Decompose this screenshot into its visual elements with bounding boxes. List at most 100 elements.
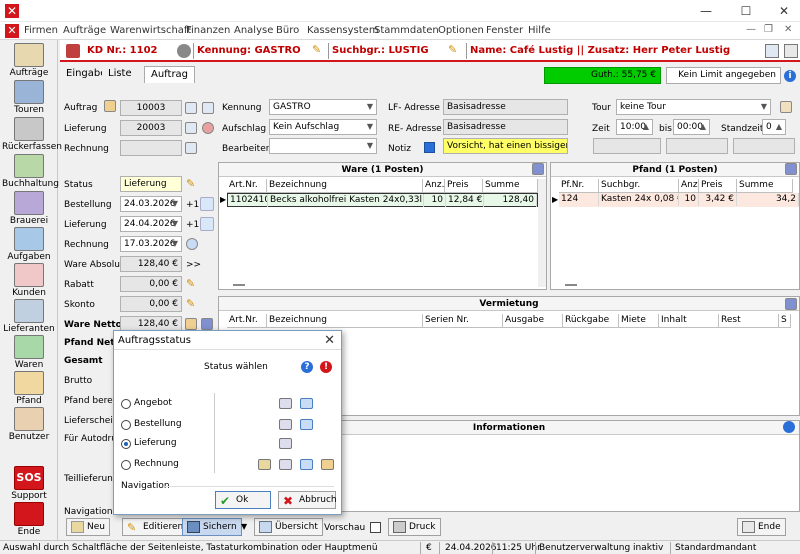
ware-col-artnr[interactable]: Art.Nr. <box>227 179 267 193</box>
calendar-icon[interactable] <box>780 101 792 113</box>
editieren-button[interactable]: ✎ Editieren <box>122 518 189 536</box>
lieferung-field[interactable]: 20003 <box>120 120 182 136</box>
vermietung-col-bezeichnung[interactable]: Bezeichnung <box>267 314 423 328</box>
lieferung-print-icon[interactable] <box>279 438 292 449</box>
status-dots-icon[interactable] <box>202 122 214 134</box>
vermietung-chart-icon[interactable] <box>785 298 797 310</box>
vermietung-col-seriennr[interactable]: Serien Nr. <box>423 314 503 328</box>
tab-liste[interactable]: Liste <box>102 66 138 83</box>
ware-scrollbar[interactable] <box>538 179 546 287</box>
pfand-col-pfnr[interactable]: Pf.Nr. <box>559 179 599 193</box>
lieferung-plus[interactable]: +1 <box>186 220 199 230</box>
tab-auftrag[interactable]: Auftrag <box>144 66 196 83</box>
angebot-mail-icon[interactable] <box>300 398 313 409</box>
vermietung-col-rueckgabe[interactable]: Rückgabe <box>563 314 619 328</box>
angebot-print-icon[interactable] <box>279 398 292 409</box>
vermietung-col-rest[interactable]: Rest <box>719 314 779 328</box>
uebersicht-button[interactable]: Übersicht <box>254 518 323 536</box>
list-icon[interactable] <box>784 44 798 58</box>
gear-icon[interactable] <box>177 44 191 58</box>
pfand-col-summe[interactable]: Summe <box>737 179 793 193</box>
lieferung-date-field[interactable]: 24.04.2026 ▼ <box>120 216 182 232</box>
dialog-abbruch-button[interactable]: ✖ Abbruch <box>278 491 337 509</box>
menu-buero[interactable]: Büro <box>276 25 299 36</box>
menu-fenster[interactable]: Fenster <box>486 25 523 36</box>
users-icon[interactable] <box>104 100 116 112</box>
dialog-sos-icon[interactable]: ! <box>320 361 332 373</box>
minimize-button[interactable]: — <box>698 3 714 19</box>
menu-stammdaten[interactable]: Stammdaten <box>374 25 439 36</box>
vermietung-col-inhalt[interactable]: Inhalt <box>659 314 719 328</box>
ware-absolut-expand[interactable]: >> <box>186 260 201 270</box>
sidebar-item-ende[interactable]: Ende <box>2 501 56 537</box>
option-rechnung-label[interactable]: Rechnung <box>134 459 179 469</box>
maximize-button[interactable]: ☐ <box>738 3 754 19</box>
tour-select[interactable]: keine Tour ▼ <box>616 99 771 115</box>
bar-chart-icon[interactable] <box>201 318 213 330</box>
sidebar-item-benutzer[interactable]: Benutzer <box>2 406 56 442</box>
notiz-field[interactable]: Vorsicht, hat einen bissigen hund <box>443 138 568 154</box>
ware-chart-icon[interactable] <box>532 163 544 175</box>
menu-warenwirtschaft[interactable]: Warenwirtschaft <box>110 25 191 36</box>
vermietung-col-miete[interactable]: Miete <box>619 314 659 328</box>
rechnung-date-field[interactable]: 17.03.2026 ▼ <box>120 236 182 252</box>
pfand-col-preis[interactable]: Preis <box>699 179 737 193</box>
ware-col-preis[interactable]: Preis <box>445 179 483 193</box>
sidebar-item-rueckerfassen[interactable]: Rückerfassen <box>2 116 62 152</box>
bestellung-mail-icon[interactable] <box>300 419 313 430</box>
druck-button[interactable]: Druck <box>388 518 441 536</box>
sidebar-item-lieferanten[interactable]: Lieferanten <box>2 298 56 334</box>
pfand-col-anzahl[interactable]: Anz. <box>679 179 699 193</box>
radio-lieferung[interactable] <box>121 439 131 449</box>
option-angebot-label[interactable]: Angebot <box>134 398 172 408</box>
extra-field-1[interactable] <box>593 138 661 154</box>
sichern-button[interactable]: Sichern <box>182 518 242 536</box>
rabatt-field[interactable]: 0,00 € <box>120 276 182 292</box>
dialog-help-icon[interactable]: ? <box>301 361 313 373</box>
rechnung-print-icon[interactable] <box>279 459 292 470</box>
aufschlag-select[interactable]: Kein Aufschlag ▼ <box>269 119 377 135</box>
edit-status-pencil-icon[interactable]: ✎ <box>186 178 198 190</box>
ware-col-anzahl[interactable]: Anz. <box>423 179 445 193</box>
table-row[interactable]: 11024102 Becks alkoholfrei Kasten 24x0,3… <box>227 193 538 207</box>
standzeit-field[interactable]: 0 ▲ <box>762 119 786 135</box>
info-icon[interactable]: i <box>784 70 796 82</box>
informationen-globe-icon[interactable] <box>783 421 795 433</box>
extra-field-3[interactable] <box>733 138 795 154</box>
radio-rechnung[interactable] <box>121 460 131 470</box>
auftrag-field[interactable]: 10003 <box>120 100 182 116</box>
sidebar-item-aufgaben[interactable]: Aufgaben <box>2 226 56 262</box>
edit-rabatt-pencil-icon[interactable]: ✎ <box>186 278 198 290</box>
mdi-restore-button[interactable]: ❐ <box>764 24 773 35</box>
search-rechnung-icon[interactable] <box>185 142 197 154</box>
zeit-bis-field[interactable]: 00:00 ▲ <box>673 119 710 135</box>
sidebar-item-touren[interactable]: Touren <box>2 79 56 115</box>
table-row[interactable]: 124 Kasten 24x 0,08 € 10 3,42 € 34,2 <box>559 193 799 207</box>
sidebar-item-buchhaltung[interactable]: Buchhaltung <box>2 153 59 189</box>
sidebar-item-kunden[interactable]: Kunden <box>2 262 56 298</box>
search-auftrag-icon[interactable] <box>185 102 197 114</box>
pfand-col-suchbgr[interactable]: Suchbgr. <box>599 179 679 193</box>
menu-auftraege[interactable]: Aufträge <box>63 25 106 36</box>
sidebar-item-pfand[interactable]: Pfand <box>2 370 56 406</box>
edit-suchbegriff-pencil-icon[interactable]: ✎ <box>448 44 460 56</box>
vermietung-col-ausgabe[interactable]: Ausgabe <box>503 314 563 328</box>
menu-finanzen[interactable]: Finanzen <box>186 25 230 36</box>
bearbeiter-select[interactable]: ▼ <box>269 138 377 154</box>
pfand-chart-icon[interactable] <box>785 163 797 175</box>
skonto-field[interactable]: 0,00 € <box>120 296 182 312</box>
bestellung-spin-icon[interactable] <box>200 197 214 211</box>
radio-bestellung[interactable] <box>121 420 131 430</box>
bestellung-plus[interactable]: +1 <box>186 200 199 210</box>
rechnung-mail-icon[interactable] <box>300 459 313 470</box>
notiz-checkbox[interactable] <box>424 142 435 153</box>
vermietung-col-artnr[interactable]: Art.Nr. <box>227 314 267 328</box>
bestellung-print-icon[interactable] <box>279 419 292 430</box>
zeit-von-field[interactable]: 10:00 ▲ <box>616 119 653 135</box>
vermietung-col-s[interactable]: S <box>779 314 791 328</box>
users-netto-icon[interactable] <box>185 318 197 330</box>
menu-analyse[interactable]: Analyse <box>234 25 273 36</box>
option-bestellung-label[interactable]: Bestellung <box>134 419 182 429</box>
option-lieferung-label[interactable]: Lieferung <box>134 438 177 448</box>
neu-button[interactable]: Neu <box>66 518 110 536</box>
